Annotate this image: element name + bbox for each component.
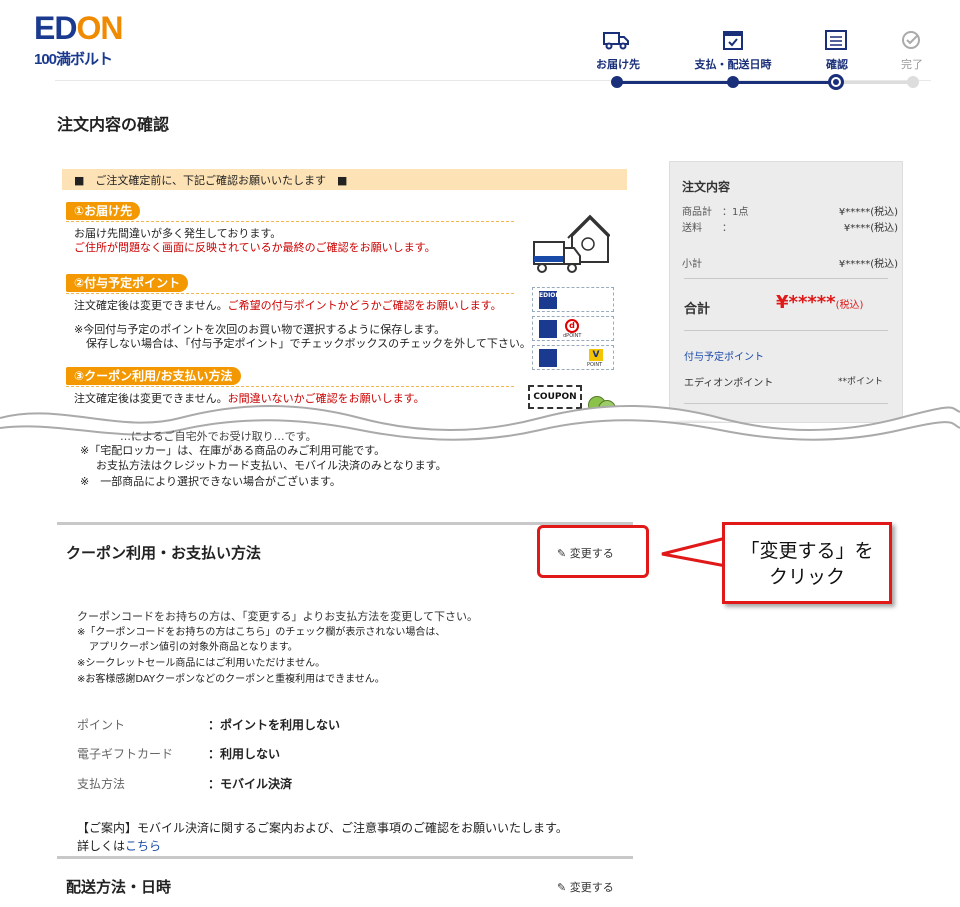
truck-icon [603,32,629,50]
notice-text: 注文確定後は変更できません。ご希望の付与ポイントかどうかご確認をお願いします。 [74,299,502,312]
summary-divider [684,330,888,331]
vpoint-badge: V POINT [532,345,614,370]
house-truck-illustration [533,214,610,273]
section-divider [57,856,633,859]
delivery-title: 配送方法・日時 [66,878,172,896]
mobile-payment-notice: 【ご案内】モバイル決済に関するご案内および、ご注意事項のご確認をお願いいたします… [77,821,568,835]
point-value: ：ポイントを利用しない [208,718,341,732]
section-tag-points: ②付与予定ポイント [66,274,189,292]
logo-subtitle: 100満ボルト [34,51,113,68]
coupon-desc: クーポンコードをお持ちの方は、「変更する」よりお支払方法を変更して下さい。 [77,610,478,623]
callout-text: 「変更する」を クリック [740,540,874,588]
logo-ed-text: ED [34,10,77,46]
step-dot-confirm [828,74,844,90]
summary-divider [684,278,888,279]
edion-point-badge: EDION [532,287,614,312]
section-tag-coupon: ③クーポン利用/お支払い方法 [66,367,241,385]
notice-text: 保存しない場合は、「付与予定ポイント」でチェックボックスのチェックを外して下さい… [86,337,531,350]
step-complete: 完了 [901,58,923,71]
delivery-change-link[interactable]: ✎ 変更する [557,879,614,895]
notice-text: お支払方法はクレジットカード支払い、モバイル決済のみとなります。 [96,459,447,472]
checklist-icon [825,30,847,50]
summary-item-label: 商品計 ：1点 [682,207,749,218]
gift-card-value: ：利用しない [208,747,281,761]
step-delivery: お届け先 [596,58,640,71]
notice-text: ※今回付与予定のポイントを次回のお買い物で選択するように保存します。 [74,323,446,336]
point-label: ポイント [77,718,126,732]
summary-title: 注文内容 [682,180,731,194]
details-link[interactable]: こちら [125,839,161,853]
section-divider [66,386,514,387]
payment-method-value: ：モバイル決済 [208,777,293,791]
section-divider [66,293,514,294]
notice-text: ※ 一部商品により選択できない場合がございます。 [80,475,341,488]
summary-item-value: ¥*****(税込) [838,207,898,218]
details-line: 詳しくはこちら [77,839,162,853]
summary-total-value: ¥*****(税込) [776,292,864,313]
notice-text: お届け先間違いが多く発生しております。 [74,227,282,240]
edion-point-label: エディオンポイント [684,378,774,389]
step-dot-payment [727,76,739,88]
notice-text-cut: …によるご自宅外でお受け取り…です。 [120,430,317,443]
dpoint-badge: d dPOINT [532,316,614,341]
coupon-desc: ※シークレットセール商品にはご利用いただけません。 [77,658,326,669]
coupon-desc: ※お客様感謝DAYクーポンなどのクーポンと重複利用はできません。 [77,674,385,685]
logo-on-text: ON [76,10,123,46]
gift-card-label: 電子ギフトカード [77,747,174,761]
coupon-desc: アプリクーポン値引の対象外商品となります。 [89,642,298,653]
summary-subtotal-label: 小計 [682,259,702,270]
coupon-desc: ※「クーポンコードをお持ちの方はこちら」のチェック欄が表示されない場合は、 [77,627,446,638]
payment-method-label: 支払方法 [77,777,126,791]
section-divider [66,221,514,222]
calendar-icon [723,31,743,50]
step-dot-complete [907,76,919,88]
summary-shipping-value: ¥****(税込) [843,223,898,234]
summary-total-label: 合計 [684,302,711,317]
check-circle-icon [902,31,920,49]
section-tag-delivery: ①お届け先 [66,202,141,220]
pencil-icon: ✎ [557,881,567,894]
notice-text: ※「宅配ロッカー」は、在庫がある商品のみご利用可能です。 [80,444,386,457]
step-payment: 支払・配送日時 [694,58,772,71]
notice-warning: ご住所が問題なく画面に反映されているか最終のご確認をお願いします。 [74,241,436,254]
edion-point-value: **ポイント [838,377,884,387]
edion-logo[interactable]: EDON [34,10,123,47]
progress-line-remaining [836,81,912,84]
points-link[interactable]: 付与予定ポイント [684,348,764,363]
highlight-box [537,525,649,578]
notice-header: ■ ご注文確定前に、下記ご確認お願いいたします ■ [62,169,627,190]
callout-arrow [661,536,727,568]
summary-subtotal-value: ¥*****(税込) [838,259,898,270]
step-dot-delivery [611,76,623,88]
page-title: 注文内容の確認 [57,115,170,134]
summary-shipping-label: 送料 ： [682,223,732,234]
coupon-payment-title: クーポン利用・お支払い方法 [66,544,262,562]
